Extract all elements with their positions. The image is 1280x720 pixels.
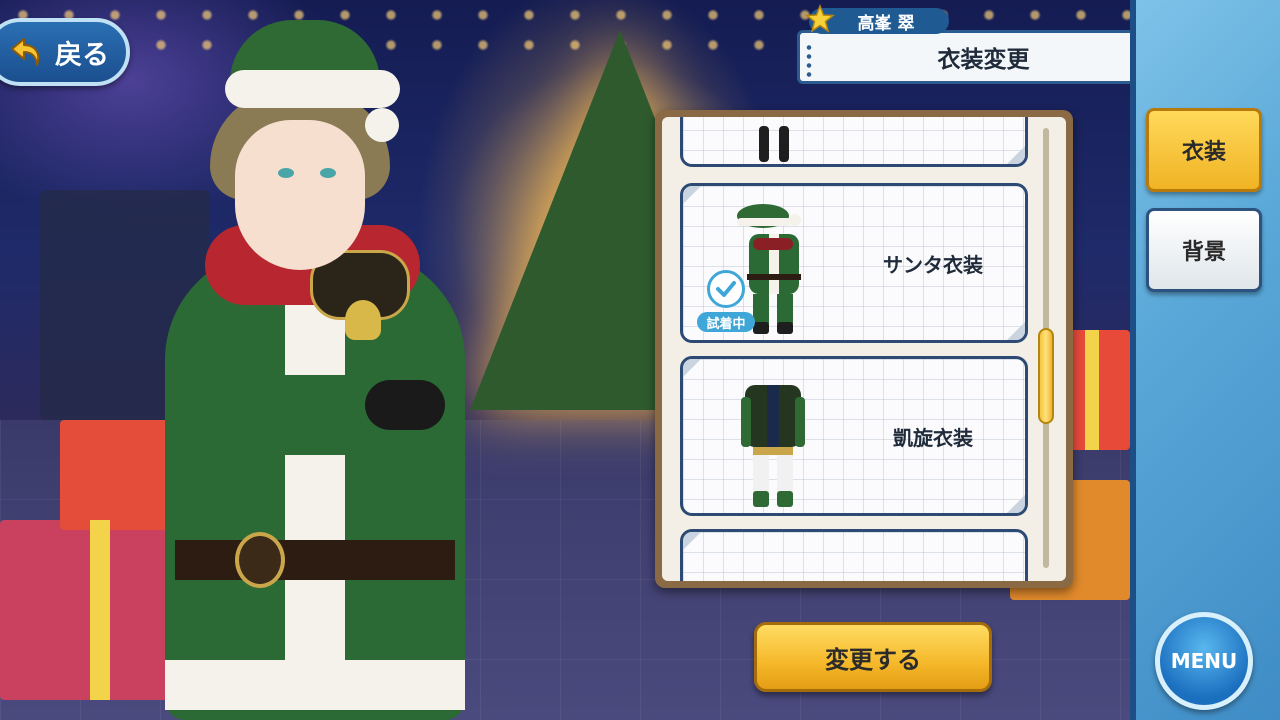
menu-button-label: MENU (1170, 649, 1238, 673)
title-banner: 衣装変更 高峯 翠 (797, 4, 1137, 84)
triumph-outfit-icon (741, 385, 805, 507)
costume-card-triumph[interactable]: 凱旋衣装 (680, 356, 1028, 516)
change-button-label: 変更する (825, 645, 921, 674)
costume-card[interactable] (680, 117, 1028, 167)
costume-card-santa[interactable]: 試着中 サンタ衣装 (680, 183, 1028, 343)
star-icon (805, 4, 835, 33)
character-eye (278, 168, 294, 178)
back-arrow-icon (11, 38, 40, 66)
back-button[interactable]: 戻る (0, 18, 130, 86)
checkmark-icon (707, 270, 745, 308)
trying-on-indicator: 試着中 (697, 270, 755, 340)
character-figure (150, 20, 480, 720)
page-title: 衣装変更 (937, 47, 1030, 73)
gift-ribbon (90, 520, 110, 700)
costume-card[interactable] (680, 529, 1028, 581)
gift-ribbon (1085, 330, 1099, 450)
bell-icon (345, 300, 381, 340)
character-jacket-trim (165, 660, 465, 710)
tab-costume[interactable]: 衣装 (1146, 108, 1262, 192)
belt-buckle (235, 532, 285, 588)
costume-name: サンタ衣装 (883, 252, 983, 277)
character-belt (175, 540, 455, 580)
costume-name (843, 532, 1023, 581)
character-shirt (285, 270, 345, 710)
back-button-label: 戻る (55, 39, 109, 71)
tab-costume-label: 衣装 (1181, 140, 1226, 165)
trying-on-badge: 試着中 (697, 312, 755, 332)
costume-list-panel: 試着中 サンタ衣装 凱旋衣装 (655, 110, 1073, 588)
character-glove (365, 380, 445, 430)
costume-name: 凱旋衣装 (893, 425, 973, 450)
boots-icon (759, 126, 789, 162)
costume-list[interactable]: 試着中 サンタ衣装 凱旋衣装 (662, 117, 1066, 581)
scrollbar-thumb[interactable] (1038, 328, 1054, 424)
santa-hat-pompom (365, 108, 399, 142)
title-plate: 衣装変更 (797, 30, 1137, 84)
plate-dots (806, 43, 812, 77)
tab-background[interactable]: 背景 (1146, 208, 1262, 292)
menu-button[interactable]: MENU (1155, 612, 1253, 710)
character-face (235, 120, 365, 270)
character-eye (320, 168, 336, 178)
character-name: 高峯 翠 (857, 13, 915, 34)
change-button[interactable]: 変更する (754, 622, 992, 692)
costume-name (843, 117, 1023, 164)
tab-background-label: 背景 (1181, 240, 1226, 265)
santa-hat-brim (225, 70, 400, 108)
